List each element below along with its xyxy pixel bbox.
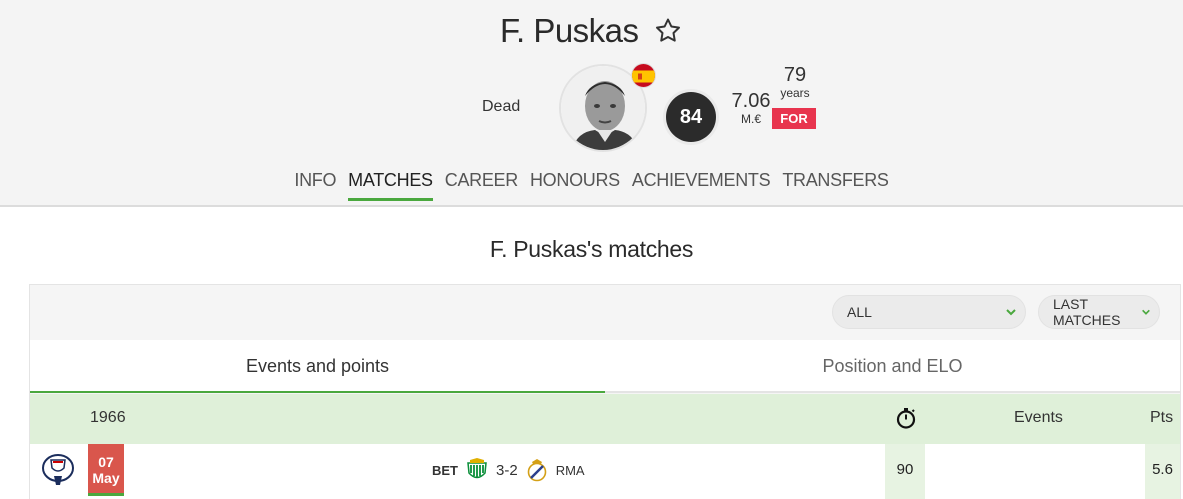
player-name: F. Puskas <box>499 12 639 49</box>
player-age: 79 years <box>774 64 816 100</box>
favorite-star-icon[interactable] <box>653 16 683 46</box>
player-header: F. Puskas Dead 84 7.06 M.€ 79 years FOR … <box>0 0 1183 207</box>
subtab-events-points[interactable]: Events and points <box>30 340 605 393</box>
events-header: Events <box>1014 409 1063 426</box>
stopwatch-icon <box>896 408 916 429</box>
player-status: Dead <box>482 98 521 115</box>
match-date: 07 May <box>88 444 124 496</box>
spain-flag-icon <box>631 63 656 88</box>
player-rating: 84 <box>666 92 716 142</box>
subtab-position-elo[interactable]: Position and ELO <box>605 340 1180 393</box>
section-title: F. Puskas's matches <box>489 236 694 262</box>
competition-select-value: ALL <box>847 304 872 320</box>
points-header: Pts <box>1150 409 1174 426</box>
match-result[interactable]: BET 3-2 RMA <box>432 456 585 484</box>
market-value-number: 7.06 <box>731 90 771 112</box>
match-month: May <box>92 470 120 486</box>
tab-honours[interactable]: HONOURS <box>530 170 620 201</box>
period-select-value: LAST MATCHES <box>1053 296 1121 328</box>
home-team-abbr: BET <box>432 462 458 478</box>
filters: ALL LAST MATCHES <box>832 295 1160 329</box>
chevron-down-icon <box>1006 309 1016 316</box>
title-row: F. Puskas <box>0 12 1183 50</box>
position-badge: FOR <box>772 108 816 129</box>
tab-info[interactable]: INFO <box>294 170 336 201</box>
tab-transfers[interactable]: TRANSFERS <box>782 170 889 201</box>
matches-panel: ALL LAST MATCHES Events and points Posit… <box>29 284 1181 499</box>
tab-career[interactable]: CAREER <box>445 170 519 201</box>
market-value: 7.06 M.€ <box>730 90 772 126</box>
match-score: 3-2 <box>496 461 518 479</box>
market-value-unit: M.€ <box>740 112 761 126</box>
period-select[interactable]: LAST MATCHES <box>1038 295 1160 329</box>
real-betis-crest-icon <box>467 458 487 479</box>
chevron-down-icon <box>1142 309 1150 315</box>
matches-subtabs: Events and points Position and ELO <box>30 340 1180 393</box>
match-day: 07 <box>98 454 114 470</box>
table-header: 1966 Events Pts <box>30 394 1180 444</box>
competition-select[interactable]: ALL <box>832 295 1026 329</box>
tab-matches[interactable]: MATCHES <box>348 170 433 201</box>
table-row[interactable]: 07 May BET 3-2 RMA 90 5.6 <box>30 444 1180 499</box>
player-nav-tabs: INFO MATCHES CAREER HONOURS ACHIEVEMENTS… <box>0 170 1183 201</box>
age-unit: years <box>780 86 810 100</box>
season-year: 1966 <box>90 409 126 426</box>
away-team-abbr: RMA <box>555 462 585 478</box>
age-number: 79 <box>783 64 807 86</box>
tab-achievements[interactable]: ACHIEVEMENTS <box>632 170 771 201</box>
minutes-played: 90 <box>885 444 925 499</box>
match-points: 5.6 <box>1145 444 1180 499</box>
cup-competition-icon <box>42 454 74 485</box>
real-madrid-crest-icon <box>527 459 546 482</box>
